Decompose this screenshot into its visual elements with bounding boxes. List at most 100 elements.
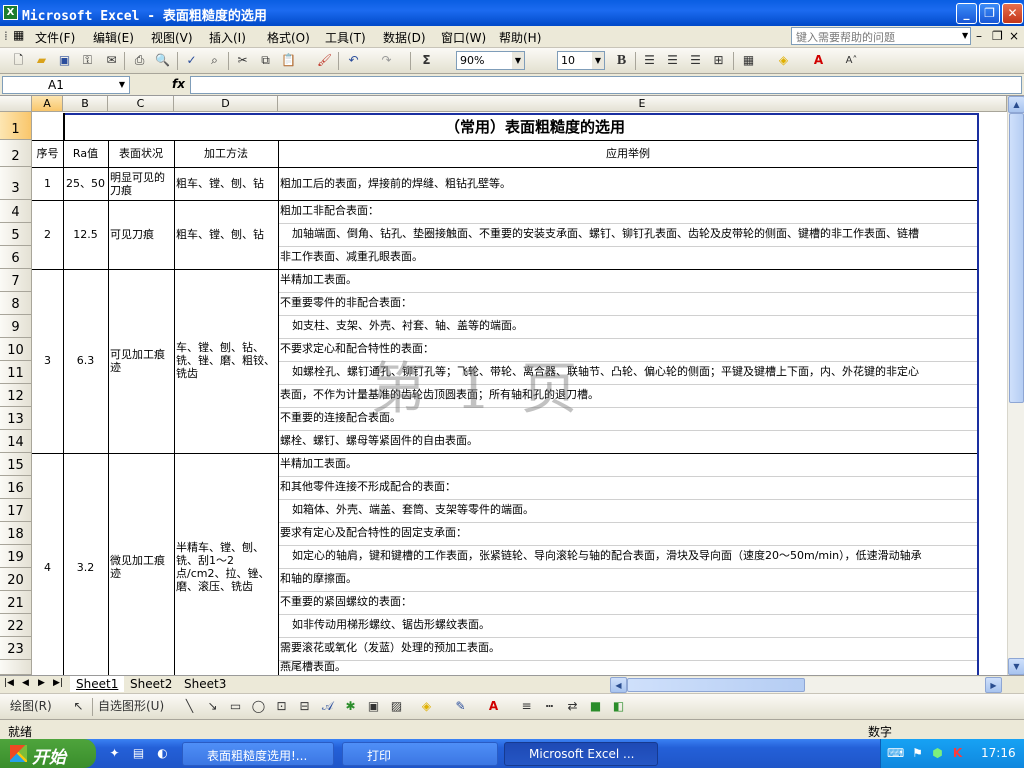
g2-example-2[interactable]: 非工作表面、减重孔眼表面。 bbox=[278, 246, 978, 269]
restore-button[interactable]: ❐ bbox=[979, 3, 1000, 24]
column-header-c[interactable]: C bbox=[108, 96, 174, 112]
scroll-right-icon[interactable]: ▶ bbox=[985, 677, 1002, 693]
menu-insert[interactable]: 插入(I) bbox=[209, 29, 246, 46]
header-method[interactable]: 加工方法 bbox=[174, 140, 278, 167]
wordart-icon[interactable]: 𝒜 bbox=[319, 698, 336, 715]
tab-sheet3[interactable]: Sheet3 bbox=[178, 676, 232, 692]
row-header-15[interactable]: 15 bbox=[0, 453, 32, 476]
keyboard-icon[interactable]: ⌨ bbox=[887, 745, 904, 762]
menu-window[interactable]: 窗口(W) bbox=[441, 29, 486, 46]
g2-no[interactable]: 2 bbox=[32, 200, 63, 269]
menu-help[interactable]: 帮助(H) bbox=[499, 29, 541, 46]
line-color-icon[interactable]: ✎ bbox=[452, 698, 469, 715]
doc-close-icon[interactable]: × bbox=[1009, 29, 1019, 43]
g4-example-9[interactable]: 燕尾槽表面。 bbox=[278, 660, 978, 675]
align-center-icon[interactable]: ☰ bbox=[664, 52, 681, 69]
header-ra[interactable]: Ra值 bbox=[63, 140, 108, 167]
formula-input[interactable] bbox=[190, 76, 1022, 94]
g4-example-4[interactable]: 如定心的轴肩，键和键槽的工作表面，张紧链轮、导向滚轮与轴的配合表面，滑块及导向面… bbox=[278, 545, 978, 568]
g4-example-1[interactable]: 和其他零件连接不形成配合的表面： bbox=[278, 476, 978, 499]
column-header-d[interactable]: D bbox=[174, 96, 278, 112]
menu-format[interactable]: 格式(O) bbox=[267, 29, 310, 46]
minimize-button[interactable]: _ bbox=[956, 3, 977, 24]
diagram-icon[interactable]: ✱ bbox=[342, 698, 359, 715]
task-word-document[interactable]: 表面粗糙度选用!... bbox=[182, 742, 334, 766]
font-size-dropdown-icon[interactable]: ▼ bbox=[592, 52, 604, 69]
quicklaunch-icon[interactable]: ▤ bbox=[130, 745, 147, 762]
g1-surface[interactable]: 明显可见的刀痕 bbox=[108, 171, 174, 200]
redo-icon[interactable]: ↷ bbox=[378, 52, 395, 69]
excel-icon[interactable]: X bbox=[3, 5, 18, 20]
align-right-icon[interactable]: ☰ bbox=[687, 52, 704, 69]
row-header-20[interactable]: 20 bbox=[0, 568, 32, 591]
network-icon[interactable]: ⚑ bbox=[909, 745, 926, 762]
horizontal-scroll-thumb[interactable] bbox=[627, 678, 805, 692]
g2-example-0[interactable]: 粗加工非配合表面： bbox=[278, 200, 978, 223]
antivirus-icon[interactable]: K bbox=[949, 745, 966, 762]
row-header-21[interactable]: 21 bbox=[0, 591, 32, 614]
security-icon[interactable]: ⬢ bbox=[929, 745, 946, 762]
font-color-icon[interactable]: A bbox=[810, 52, 827, 69]
help-dropdown-icon[interactable]: ▼ bbox=[962, 31, 968, 40]
draw-font-color-icon[interactable]: A bbox=[485, 698, 502, 715]
tab-sheet1[interactable]: Sheet1 bbox=[70, 676, 125, 692]
g2-method[interactable]: 粗车、镗、刨、钻 bbox=[174, 200, 278, 269]
row-header-8[interactable]: 8 bbox=[0, 292, 32, 315]
research-icon[interactable]: ⌕ bbox=[206, 52, 223, 69]
task-print-folder[interactable]: 打印 bbox=[342, 742, 498, 766]
draw-menu-button[interactable]: 绘图(R) bbox=[10, 698, 65, 715]
undo-icon[interactable]: ↶ bbox=[345, 52, 362, 69]
first-sheet-icon[interactable]: |◀ bbox=[4, 678, 14, 688]
vertical-scroll-thumb[interactable] bbox=[1009, 113, 1024, 403]
bold-button[interactable]: B bbox=[613, 52, 630, 69]
scroll-up-icon[interactable]: ▲ bbox=[1008, 96, 1024, 113]
row-header-11[interactable]: 11 bbox=[0, 361, 32, 384]
g3-example-2[interactable]: 如支柱、支架、外壳、衬套、轴、盖等的端面。 bbox=[278, 315, 978, 338]
align-left-icon[interactable]: ☰ bbox=[641, 52, 658, 69]
g2-surface[interactable]: 可见刀痕 bbox=[108, 200, 174, 269]
g4-ra[interactable]: 3.2 bbox=[63, 453, 108, 675]
cut-icon[interactable]: ✂ bbox=[234, 52, 251, 69]
row-header-12[interactable]: 12 bbox=[0, 384, 32, 407]
table-title[interactable]: （常用）表面粗糙度的选用 bbox=[63, 114, 1007, 140]
g2-example-1[interactable]: 加轴端面、倒角、钻孔、垫圈接触面、不重要的安装支承面、螺钉、铆钉孔表面、齿轮及皮… bbox=[278, 223, 978, 246]
g3-example-1[interactable]: 不重要零件的非配合表面： bbox=[278, 292, 978, 315]
row-header-18[interactable]: 18 bbox=[0, 522, 32, 545]
line-style-icon[interactable]: ≡ bbox=[518, 698, 535, 715]
print-preview-icon[interactable]: 🔍 bbox=[154, 52, 171, 69]
name-box-dropdown-icon[interactable]: ▼ bbox=[116, 78, 128, 92]
close-button[interactable]: ✕ bbox=[1002, 3, 1023, 24]
start-button[interactable]: 开始 bbox=[0, 739, 96, 768]
oval-icon[interactable]: ◯ bbox=[250, 698, 267, 715]
g4-surface[interactable]: 微见加工痕迹 bbox=[108, 554, 174, 584]
draw-fill-color-icon[interactable]: ◈ bbox=[418, 698, 435, 715]
g3-surface[interactable]: 可见加工痕迹 bbox=[108, 348, 174, 378]
menu-tools[interactable]: 工具(T) bbox=[325, 29, 366, 46]
column-header-b[interactable]: B bbox=[63, 96, 108, 112]
arrow-icon[interactable]: ↘ bbox=[204, 698, 221, 715]
fill-color-icon[interactable]: ◈ bbox=[775, 52, 792, 69]
scroll-down-icon[interactable]: ▼ bbox=[1008, 658, 1024, 675]
autoshapes-menu-button[interactable]: 自选图形(U) bbox=[98, 698, 173, 715]
row-header-3[interactable]: 3 bbox=[0, 167, 32, 200]
row-header-23[interactable]: 23 bbox=[0, 637, 32, 660]
row-header-9[interactable]: 9 bbox=[0, 315, 32, 338]
spelling-icon[interactable]: ✓ bbox=[183, 52, 200, 69]
row-header-13[interactable]: 13 bbox=[0, 407, 32, 430]
doc-restore-icon[interactable]: ❐ bbox=[992, 29, 1003, 43]
open-icon[interactable]: ▰ bbox=[33, 52, 50, 69]
g1-method[interactable]: 粗车、镗、刨、钻 bbox=[174, 167, 278, 200]
paste-icon[interactable]: 📋 bbox=[280, 52, 297, 69]
g3-example-0[interactable]: 半精加工表面。 bbox=[278, 269, 978, 292]
g4-example-7[interactable]: 如非传动用梯形螺纹、锯齿形螺纹表面。 bbox=[278, 614, 978, 637]
row-header-19[interactable]: 19 bbox=[0, 545, 32, 568]
row-header-2[interactable]: 2 bbox=[0, 140, 32, 167]
g3-example-7[interactable]: 螺栓、螺钉、螺母等紧固件的自由表面。 bbox=[278, 430, 978, 453]
select-objects-icon[interactable]: ↖ bbox=[70, 698, 87, 715]
row-header-14[interactable]: 14 bbox=[0, 430, 32, 453]
font-size-select[interactable]: 10 ▼ bbox=[557, 51, 605, 70]
menu-edit[interactable]: 编辑(E) bbox=[93, 29, 134, 46]
vertical-textbox-icon[interactable]: ⊟ bbox=[296, 698, 313, 715]
scroll-left-icon[interactable]: ◀ bbox=[610, 677, 627, 693]
print-icon[interactable]: ⎙ bbox=[131, 52, 148, 69]
